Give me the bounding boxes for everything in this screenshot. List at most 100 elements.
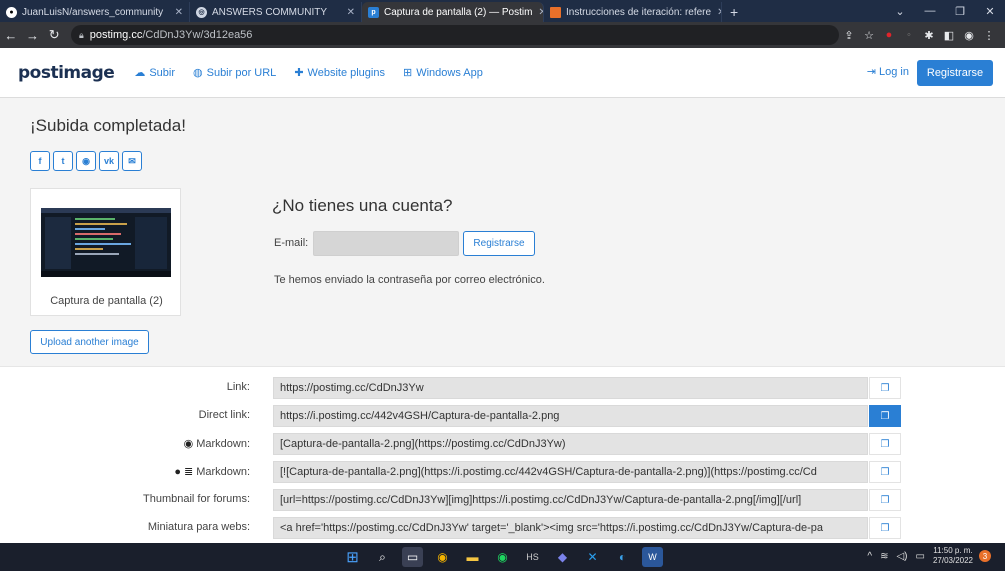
link-label: ◉ Markdown:: [184, 437, 250, 451]
upload-complete-heading: ¡Subida completada!: [30, 116, 186, 135]
windows-start-icon[interactable]: ⊞: [342, 547, 363, 567]
profile-avatar-icon[interactable]: ◉: [959, 29, 979, 42]
tab-azure-devops[interactable]: Instrucciones de iteración: refere ✕: [544, 2, 722, 22]
copy-icon[interactable]: ❐: [869, 461, 901, 483]
nav-upload[interactable]: ☁ Subir: [134, 66, 175, 80]
copy-icon[interactable]: ❐: [869, 377, 901, 399]
file-explorer-icon[interactable]: ▬: [462, 547, 483, 567]
teams-icon[interactable]: ◆: [552, 547, 573, 567]
email-icon[interactable]: ✉: [122, 151, 142, 171]
tab-title: JuanLuisN/answers_community: [22, 6, 164, 18]
restore-icon[interactable]: ❐: [945, 0, 975, 22]
close-icon[interactable]: ✕: [532, 7, 543, 18]
nav-windows-app[interactable]: ⊞ Windows App: [402, 66, 483, 80]
share-buttons: f t ◉ vk ✉: [30, 151, 145, 171]
facebook-icon[interactable]: f: [30, 151, 50, 171]
link-row-thumbnail-forums: Thumbnail for forums: [url=https://posti…: [0, 489, 1005, 511]
menu-kebab-icon[interactable]: ⋮: [979, 29, 999, 42]
side-panel-icon[interactable]: ◧: [939, 29, 959, 42]
spotify-icon[interactable]: ◉: [492, 547, 513, 567]
share-links-section: Link: https://postimg.cc/CdDnJ3Yw ❐ Dire…: [0, 366, 1005, 543]
globe-icon: ◍: [193, 67, 203, 79]
edge-icon[interactable]: ◐: [612, 547, 633, 567]
markdown-github-field[interactable]: [![Captura-de-pantalla-2.png](https://i.…: [273, 461, 868, 483]
forward-icon[interactable]: →: [22, 28, 44, 43]
url-host: postimg.cc: [89, 29, 143, 41]
hs-app-icon[interactable]: HS: [522, 547, 543, 567]
direct-link-field[interactable]: https://i.postimg.cc/442v4GSH/Captura-de…: [273, 405, 868, 427]
twitter-icon[interactable]: t: [53, 151, 73, 171]
nav-label: Subir: [149, 66, 175, 79]
reload-icon[interactable]: ↻: [43, 27, 65, 43]
link-label: Miniatura para webs:: [148, 521, 250, 533]
chrome-icon[interactable]: ◉: [432, 547, 453, 567]
taskbar-apps: ⊞ ⌕ ▭ ◉ ▬ ◉ HS ◆ ✕ ◐ W: [342, 547, 672, 567]
nav-label: Website plugins: [307, 66, 385, 79]
tab-answers-community[interactable]: ◎ ANSWERS COMMUNITY ✕: [190, 2, 362, 22]
tab-postimage[interactable]: p Captura de pantalla (2) — Postim ✕: [362, 2, 544, 22]
extension-red-icon[interactable]: ●: [879, 29, 899, 42]
tab-title: Instrucciones de iteración: refere: [566, 6, 712, 18]
login-link[interactable]: ⇥ Log in: [867, 65, 909, 78]
link-field[interactable]: https://postimg.cc/CdDnJ3Yw: [273, 377, 868, 399]
close-icon[interactable]: ✕: [341, 7, 355, 18]
windows-taskbar: ⊞ ⌕ ▭ ◉ ▬ ◉ HS ◆ ✕ ◐ W ^ ≋ ◁) ▭ 11:50 p.…: [0, 543, 1005, 571]
windows-icon: ⊞: [402, 67, 413, 79]
word-icon[interactable]: W: [642, 547, 663, 567]
nav-website-plugins[interactable]: ✚ Website plugins: [294, 66, 385, 80]
nav-upload-url[interactable]: ◍ Subir por URL: [193, 66, 276, 80]
clock[interactable]: 11:50 p. m. 27/03/2022: [933, 546, 973, 566]
vscode-icon[interactable]: ✕: [582, 547, 603, 567]
thumbnail-web-field[interactable]: <a href='https://postimg.cc/CdDnJ3Yw' ta…: [273, 517, 868, 539]
extension-gray-icon[interactable]: ◦: [899, 29, 919, 42]
markdown-reddit-field[interactable]: [Captura-de-pantalla-2.png](https://post…: [273, 433, 868, 455]
link-row-markdown-reddit: ◉ Markdown: [Captura-de-pantalla-2.png](h…: [0, 433, 1005, 455]
link-label-text: Thumbnail for forums:: [143, 493, 250, 505]
register-button[interactable]: Registrarse: [463, 231, 535, 256]
close-icon[interactable]: ✕: [169, 7, 183, 18]
bookmark-star-icon[interactable]: ☆: [859, 29, 879, 42]
thumbnail-image[interactable]: [41, 208, 171, 277]
extensions-puzzle-icon[interactable]: ✱: [919, 29, 939, 42]
notification-badge[interactable]: 3: [979, 550, 991, 562]
chevron-up-icon[interactable]: ^: [867, 551, 872, 562]
copy-icon[interactable]: ❐: [869, 433, 901, 455]
link-row-link: Link: https://postimg.cc/CdDnJ3Yw ❐: [0, 377, 1005, 399]
search-icon[interactable]: ⌕: [372, 547, 393, 567]
login-icon: ⇥: [866, 66, 880, 78]
vk-icon[interactable]: vk: [99, 151, 119, 171]
wifi-icon[interactable]: ≋: [880, 551, 888, 562]
email-input[interactable]: [313, 231, 459, 256]
email-label: E-mail:: [274, 237, 309, 249]
copy-icon[interactable]: ❐: [869, 405, 901, 427]
url-input[interactable]: 🔒︎ postimg.cc/CdDnJ3Yw/3d12ea56: [70, 25, 839, 45]
link-row-direct: Direct link: https://i.postimg.cc/442v4G…: [0, 405, 1005, 427]
upload-another-button[interactable]: Upload another image: [30, 330, 149, 354]
register-button-header[interactable]: Registrarse: [917, 60, 993, 86]
link-label-text: Link:: [226, 381, 250, 393]
link-label-text: Direct link:: [198, 409, 250, 421]
volume-icon[interactable]: ◁): [896, 551, 907, 562]
site-header: postimage ☁ Subir ◍ Subir por URL ✚ Website…: [0, 48, 1005, 98]
postimage-logo[interactable]: postimage: [18, 63, 115, 83]
copy-icon[interactable]: ❐: [869, 517, 901, 539]
new-tab-button[interactable]: +: [722, 2, 746, 22]
tab-github[interactable]: ● JuanLuisN/answers_community ✕: [0, 2, 190, 22]
postimage-icon: p: [368, 6, 379, 18]
back-icon[interactable]: ←: [0, 28, 22, 43]
task-view-icon[interactable]: ▭: [402, 547, 423, 567]
copy-icon[interactable]: ❐: [869, 489, 901, 511]
link-row-markdown-github: ● ≣ Markdown: [![Captura-de-pantalla-2.png…: [0, 461, 1005, 483]
close-icon[interactable]: ✕: [711, 7, 721, 18]
address-bar: ← → ↻ 🔒︎ postimg.cc/CdDnJ3Yw/3d12ea56 ⇪ …: [0, 22, 1005, 48]
reddit-icon[interactable]: ◉: [76, 151, 96, 171]
cloud-upload-icon: ☁: [134, 67, 146, 79]
minimize-icon[interactable]: —: [915, 0, 945, 22]
thumbnail-card: Captura de pantalla (2): [30, 188, 181, 316]
tab-search-icon[interactable]: ⌄: [885, 0, 915, 22]
share-icon[interactable]: ⇪: [839, 29, 859, 42]
url-path: /CdDnJ3Yw/3d12ea56: [142, 29, 253, 41]
thumbnail-forums-field[interactable]: [url=https://postimg.cc/CdDnJ3Yw][img]ht…: [273, 489, 868, 511]
battery-icon[interactable]: ▭: [916, 551, 925, 562]
close-window-icon[interactable]: ✕: [975, 0, 1005, 22]
